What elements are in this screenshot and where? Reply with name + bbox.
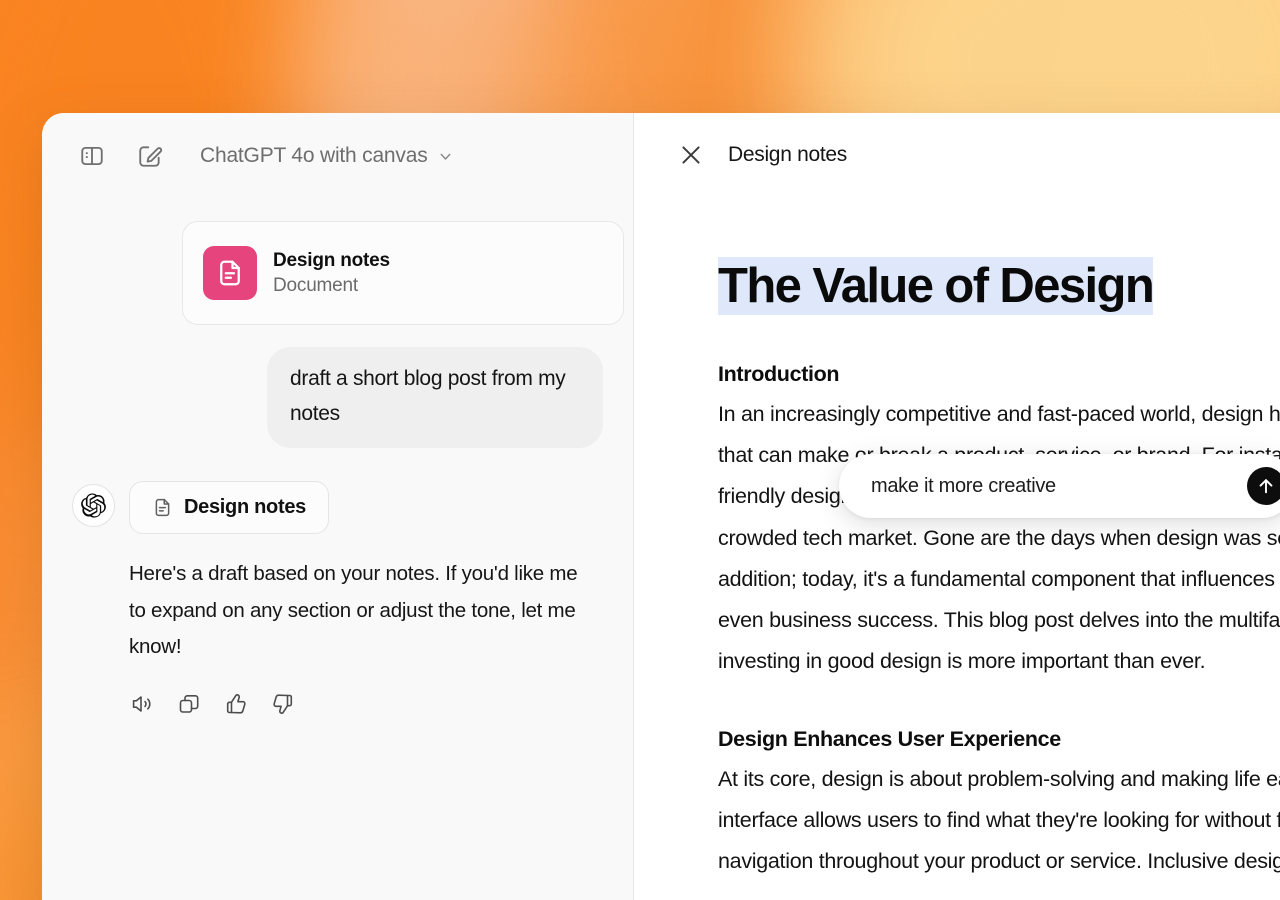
pencil-square-icon xyxy=(139,146,163,167)
app-window: ChatGPT 4o with canvas Design notes Docu… xyxy=(42,113,1280,900)
attachment-thumbnail xyxy=(203,246,257,300)
document-lines-icon xyxy=(155,499,170,517)
document-lines-icon xyxy=(220,260,240,286)
section-heading: Introduction xyxy=(718,361,840,386)
chat-message-list: Design notes Document draft a short blog… xyxy=(42,199,633,900)
thumbs-up-icon xyxy=(226,694,246,714)
chevron-down-icon xyxy=(437,148,454,165)
assistant-message-content: Design notes Here's a draft based on you… xyxy=(129,481,603,717)
inline-prompt-input[interactable]: make it more creative xyxy=(871,475,1247,498)
canvas-title: Design notes xyxy=(728,143,847,166)
document-heading: The Value of Design xyxy=(718,257,1155,315)
copy-icon xyxy=(179,695,199,713)
canvas-document-chip[interactable]: Design notes xyxy=(129,481,329,535)
openai-logo-icon xyxy=(81,493,106,518)
section-paragraph: In an increasingly competitive and fast-… xyxy=(718,394,1280,683)
canvas-document[interactable]: The Value of Design Introduction In an i… xyxy=(634,197,1280,882)
copy-button[interactable] xyxy=(176,691,202,717)
thumbs-up-button[interactable] xyxy=(223,691,249,717)
attachment-card[interactable]: Design notes Document xyxy=(182,221,624,325)
paragraph-line: addition; today, it's a fundamental comp… xyxy=(718,566,1280,591)
assistant-message-row: Design notes Here's a draft based on you… xyxy=(72,481,603,717)
thumbs-down-button[interactable] xyxy=(270,691,296,717)
paragraph-line: interface allows users to find what they… xyxy=(718,807,1280,832)
attachment-meta: Design notes Document xyxy=(273,250,390,297)
avatar xyxy=(72,484,115,528)
attachment-title: Design notes xyxy=(273,249,390,271)
canvas-close-button[interactable] xyxy=(678,142,704,168)
paragraph-line: navigation throughout your product or se… xyxy=(718,849,1280,874)
arrow-up-icon xyxy=(1259,479,1273,494)
chat-pane: ChatGPT 4o with canvas Design notes Docu… xyxy=(42,113,634,900)
new-chat-button[interactable] xyxy=(130,136,170,176)
document-heading-wrap: The Value of Design xyxy=(718,255,1280,318)
paragraph-line: At its core, design is about problem-sol… xyxy=(718,766,1280,791)
section-heading: Design Enhances User Experience xyxy=(718,726,1061,751)
model-picker[interactable]: ChatGPT 4o with canvas xyxy=(194,140,464,172)
canvas-header: Design notes xyxy=(634,113,1280,197)
paragraph-line: investing in good design is more importa… xyxy=(718,649,1206,674)
user-message-bubble: draft a short blog post from my notes xyxy=(267,347,603,449)
thumbs-down-icon xyxy=(273,694,293,715)
model-name-label: ChatGPT 4o with canvas xyxy=(200,144,428,167)
sidebar-toggle-button[interactable] xyxy=(72,136,112,176)
chat-header: ChatGPT 4o with canvas xyxy=(42,113,633,199)
message-actions xyxy=(129,691,603,717)
attachment-subtitle: Document xyxy=(273,274,358,296)
user-message-row: draft a short blog post from my notes xyxy=(72,347,603,449)
section-paragraph: At its core, design is about problem-sol… xyxy=(718,759,1280,883)
paragraph-line: In an increasingly competitive and fast-… xyxy=(718,401,1280,426)
canvas-chip-label: Design notes xyxy=(184,496,306,519)
inline-edit-prompt[interactable]: make it more creative xyxy=(839,454,1280,518)
paragraph-line: crowded tech market. Gone are the days w… xyxy=(718,525,1280,550)
send-button[interactable] xyxy=(1247,467,1280,505)
close-x-icon xyxy=(682,146,700,164)
paragraph-line: even business success. This blog post de… xyxy=(718,608,1280,633)
assistant-message-text: Here's a draft based on your notes. If y… xyxy=(129,562,578,658)
sidebar-panel-icon xyxy=(81,146,103,166)
speaker-icon xyxy=(132,696,151,712)
read-aloud-button[interactable] xyxy=(129,691,155,717)
